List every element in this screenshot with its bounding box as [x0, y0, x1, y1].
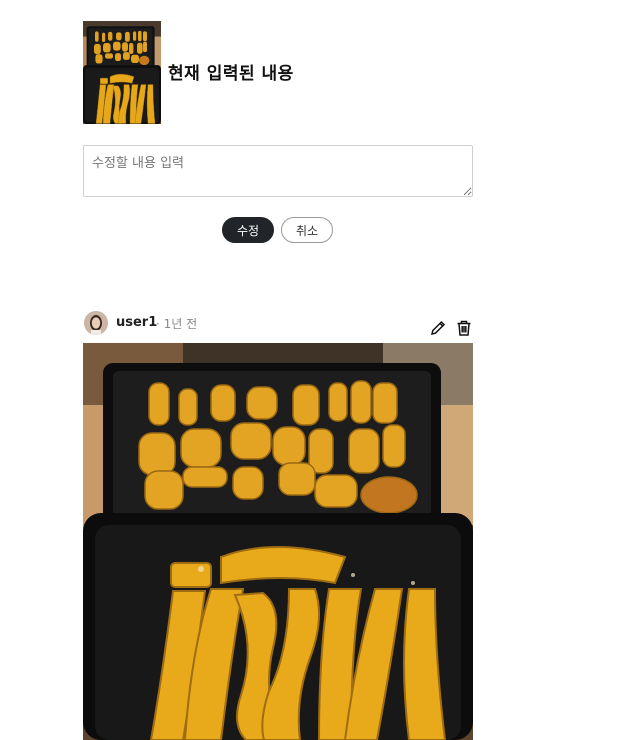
pencil-icon[interactable]: [428, 318, 448, 338]
current-content-title: 현재 입력된 내용: [168, 64, 294, 84]
squash-photo-thumb: [83, 21, 161, 124]
save-button[interactable]: 수정: [222, 217, 274, 243]
avatar-image: [84, 311, 108, 335]
post-image[interactable]: [83, 343, 473, 740]
page: 현재 입력된 내용 수정 취소 user1 · 1년 전: [0, 0, 642, 740]
current-post-thumbnail: [83, 21, 161, 124]
post-timestamp: · 1년 전: [156, 317, 198, 331]
squash-photo: [83, 343, 473, 740]
cancel-button[interactable]: 취소: [281, 217, 333, 243]
post-author[interactable]: user1: [116, 315, 157, 330]
edit-content-input[interactable]: [83, 145, 473, 197]
avatar[interactable]: [84, 311, 108, 335]
trash-icon[interactable]: [454, 318, 474, 338]
